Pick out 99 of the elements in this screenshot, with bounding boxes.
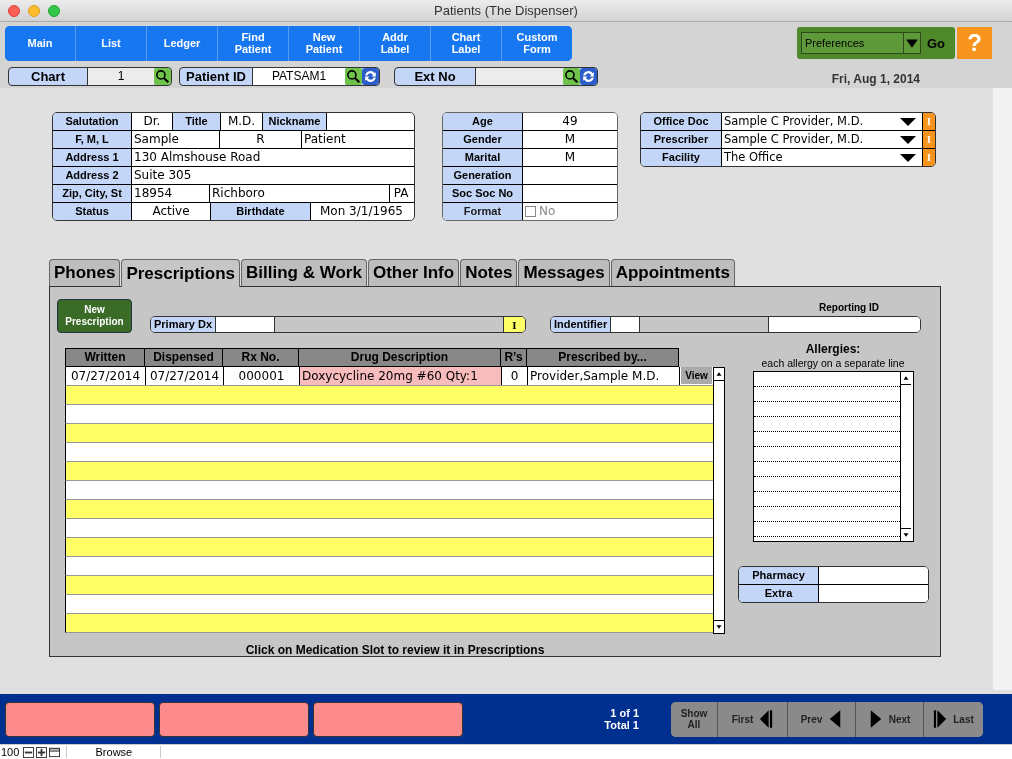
- field-label: Soc Soc No: [443, 185, 522, 202]
- caret-icon[interactable]: [900, 116, 916, 127]
- field-label: Gender: [443, 131, 522, 148]
- zoom-level: 100: [0, 746, 21, 758]
- dropdown-value[interactable]: The Office: [724, 149, 783, 166]
- field-label: Patient ID: [185, 68, 247, 84]
- column-header: Prescribed by...: [527, 348, 679, 367]
- tab[interactable]: Messages: [518, 259, 610, 286]
- input-field[interactable]: 1: [87, 67, 154, 85]
- script-button[interactable]: [313, 701, 463, 737]
- column-header: Dispensed: [145, 348, 223, 367]
- field-label: Zip, City, St: [53, 185, 131, 202]
- input-field[interactable]: [475, 67, 563, 85]
- field-label: Birthdate: [210, 203, 310, 220]
- field-label: Title: [172, 113, 220, 130]
- tab[interactable]: Billing & Work: [241, 259, 367, 286]
- scrollbar[interactable]: [993, 88, 1012, 690]
- allergies-title: Allergies:: [805, 342, 861, 356]
- caret-icon[interactable]: [900, 134, 916, 145]
- field-value[interactable]: [818, 567, 928, 584]
- field-label: Primary Dx: [151, 317, 217, 332]
- field-label: Nickname: [262, 113, 326, 130]
- search-icon[interactable]: [345, 67, 362, 85]
- column-header: Written: [65, 348, 145, 367]
- last-record-icon: [933, 707, 948, 731]
- field-label: Chart: [30, 68, 66, 84]
- close-icon[interactable]: [8, 4, 20, 17]
- column-header: Rx No.: [223, 348, 299, 367]
- field-label: Ext No: [413, 68, 457, 84]
- table-cell[interactable]: 0: [502, 367, 528, 385]
- field-value[interactable]: Mon 3/1/1965: [310, 203, 412, 220]
- field-label: Marital: [443, 149, 522, 166]
- column-header: R’s: [501, 348, 527, 367]
- field-label: Generation: [443, 167, 522, 184]
- record-position: 1 of 1: [610, 707, 639, 719]
- field-label: F, M, L: [53, 131, 131, 148]
- view-button[interactable]: View: [681, 367, 712, 384]
- field-label: Extra: [739, 585, 818, 602]
- field-label: Pharmacy: [739, 567, 818, 584]
- dropdown-value[interactable]: Sample C Provider, M.D.: [724, 113, 864, 130]
- field-label: Age: [443, 113, 522, 130]
- field-value[interactable]: [818, 585, 928, 602]
- field-label: Status: [53, 203, 131, 220]
- info-button[interactable]: I: [504, 317, 525, 332]
- allergies-hint: each allergy on a separate line: [761, 357, 905, 369]
- go-button[interactable]: Go: [921, 35, 946, 51]
- input-field[interactable]: [640, 317, 770, 332]
- mode-label: Browse: [66, 746, 162, 758]
- tab[interactable]: Phones: [49, 259, 121, 286]
- tab[interactable]: Prescriptions: [121, 259, 241, 287]
- field-label: Address 1: [53, 149, 131, 166]
- field-value[interactable]: [326, 113, 412, 130]
- caret-icon[interactable]: [900, 152, 916, 163]
- field-label: Facility: [641, 149, 721, 166]
- record-total: Total 1: [604, 719, 639, 731]
- table-cell[interactable]: Provider,Sample M.D.: [528, 367, 680, 385]
- zoom-icon[interactable]: [48, 4, 60, 17]
- input-field[interactable]: [275, 317, 504, 332]
- field-label: Office Doc: [641, 113, 721, 130]
- tab[interactable]: Notes: [460, 259, 518, 286]
- new-prescription-button[interactable]: New Prescription: [57, 299, 132, 333]
- field-label: Address 2: [53, 167, 131, 184]
- script-button[interactable]: [159, 701, 309, 737]
- table-cell[interactable]: 07/27/2014: [66, 367, 146, 385]
- table-cell[interactable]: 07/27/2014: [146, 367, 224, 385]
- dropdown-value[interactable]: Sample C Provider, M.D.: [724, 131, 864, 148]
- minimize-icon[interactable]: [28, 4, 40, 17]
- date-label: Fri, Aug 1, 2014: [831, 71, 920, 86]
- zoom-in-icon[interactable]: [36, 746, 48, 758]
- refresh-icon[interactable]: [580, 67, 597, 85]
- column-label: Reporting ID: [818, 302, 880, 313]
- field-label: Format: [443, 203, 522, 220]
- checkbox[interactable]: [525, 206, 536, 217]
- input-field[interactable]: PATSAM1: [252, 67, 345, 85]
- caret-icon: [903, 33, 920, 53]
- first-record-icon: [759, 707, 774, 731]
- field-value[interactable]: 49: [522, 113, 617, 130]
- hint-text: Click on Medication Slot to review it in Prescriptions: [245, 643, 545, 657]
- field-value[interactable]: PA: [389, 185, 412, 202]
- column-header: Drug Description: [299, 348, 501, 367]
- record-nav-button[interactable]: Last: [923, 701, 983, 737]
- script-button[interactable]: [5, 701, 155, 737]
- field-label: Salutation: [53, 113, 131, 130]
- window-title: Patients (The Dispenser): [433, 3, 579, 18]
- preferences-dropdown[interactable]: Preferences: [801, 32, 921, 54]
- scrollbar[interactable]: [713, 367, 725, 634]
- tab[interactable]: Appointments: [610, 259, 735, 286]
- search-icon[interactable]: [563, 67, 580, 85]
- tab[interactable]: Other Info: [367, 259, 460, 286]
- search-icon[interactable]: [154, 67, 171, 85]
- toolbar-toggle-icon[interactable]: [49, 746, 61, 758]
- nav-button[interactable]: Custom Form: [501, 25, 572, 61]
- refresh-icon[interactable]: [362, 67, 379, 85]
- field-label: Prescriber: [641, 131, 721, 148]
- allergies-field[interactable]: [752, 371, 914, 542]
- field-label: Indentifier: [551, 317, 612, 332]
- checkbox-label: No: [539, 203, 556, 220]
- table-cell[interactable]: Doxycycline 20mg #60 Qty:1: [300, 367, 502, 385]
- zoom-out-icon[interactable]: [23, 746, 35, 758]
